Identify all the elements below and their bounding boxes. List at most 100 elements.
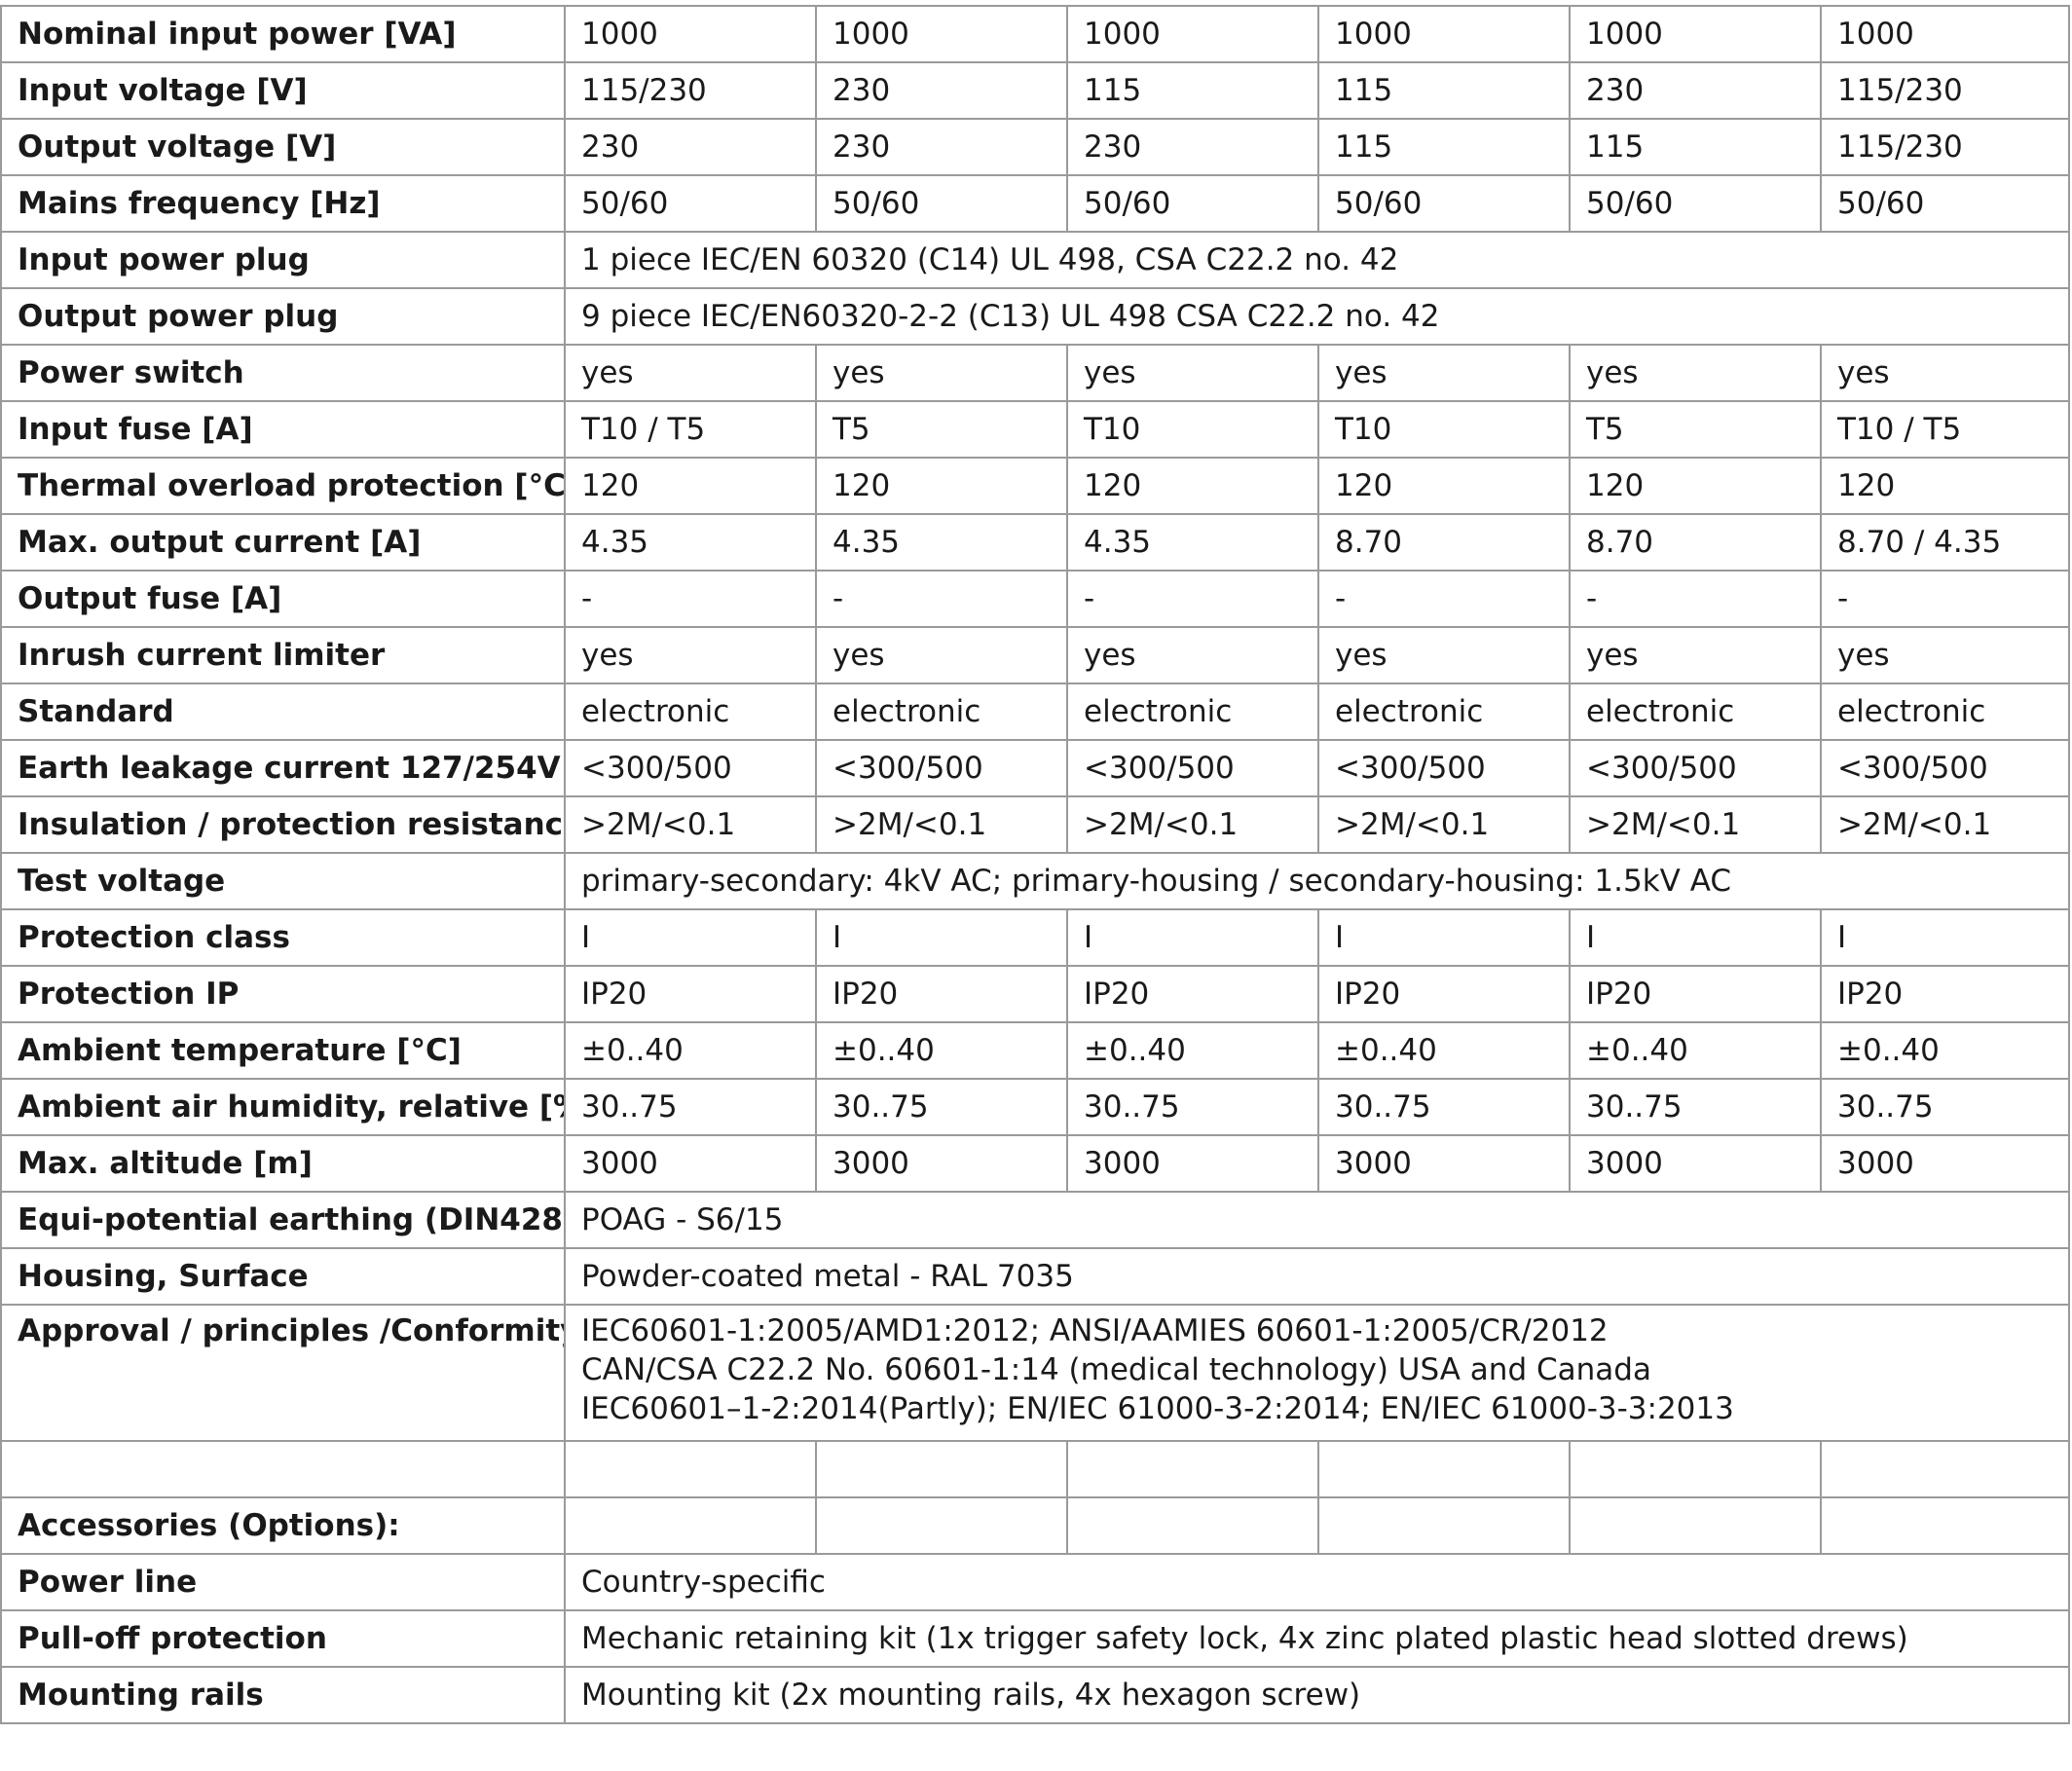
row-label: Ambient temperature [°C] [0,1021,566,1080]
table-row: Equi-potential earthing (DIN42801) POAG -… [0,1191,2070,1249]
table-cell: 230 [1066,118,1319,176]
table-cell: I [1317,908,1571,967]
row-label: Input power plug [0,231,566,289]
table-cell: 120 [1066,457,1319,515]
table-row: Protection IP IP20 IP20 IP20 IP20 IP20 IP20 [0,965,2070,1023]
table-cell-merged: Powder-coated metal - RAL 7035 [564,1247,2070,1306]
table-cell: - [1569,570,1822,628]
table-row [0,1440,2070,1498]
cell-text-line: CAN/CSA C22.2 No. 60601-1:14 (medical te… [581,1352,1651,1387]
table-cell: 115/230 [1820,61,2070,120]
table-cell: 3000 [564,1134,817,1193]
table-cell: 120 [1569,457,1822,515]
table-cell: I [564,908,817,967]
table-cell: >2M/<0.1 [1066,795,1319,854]
table-cell-merged: primary-secondary: 4kV AC; primary-housi… [564,852,2070,910]
table-cell-merged: Country-specific [564,1553,2070,1611]
table-cell: 115 [1317,61,1571,120]
table-row: Input fuse [A] T10 / T5 T5 T10 T10 T5 T10 / T5 [0,400,2070,459]
table-cell: T10 / T5 [564,400,817,459]
table-cell: ±0..40 [1569,1021,1822,1080]
table-cell: 230 [815,61,1068,120]
table-cell [564,1440,817,1498]
table-cell: yes [815,344,1068,402]
table-cell: 230 [1569,61,1822,120]
row-label: Accessories (Options): [0,1496,566,1555]
table-cell: <300/500 [1317,739,1571,797]
table-cell: 30..75 [1317,1078,1571,1136]
table-cell [815,1440,1068,1498]
table-row: Inrush current limiter yes yes yes yes yes yes [0,626,2070,684]
table-row: Output voltage [V] 230 230 230 115 115 115/230 [0,118,2070,176]
table-cell: 115/230 [564,61,817,120]
row-label: Inrush current limiter [0,626,566,684]
table-cell: 120 [815,457,1068,515]
table-cell: yes [1066,344,1319,402]
table-cell: >2M/<0.1 [1820,795,2070,854]
table-cell: 1000 [815,5,1068,63]
table-cell: yes [1569,626,1822,684]
row-label: Mounting rails [0,1666,566,1724]
table-row: Thermal overload protection [°C] 120 120 12… [0,457,2070,515]
table-cell: IP20 [1569,965,1822,1023]
table-cell: 1000 [564,5,817,63]
table-cell: T5 [815,400,1068,459]
row-label: Power switch [0,344,566,402]
table-cell: yes [1820,626,2070,684]
table-cell [1820,1440,2070,1498]
row-label: Housing, Surface [0,1247,566,1306]
table-cell: 8.70 / 4.35 [1820,513,2070,572]
table-cell: T10 [1066,400,1319,459]
row-label [0,1440,566,1498]
table-cell: electronic [1820,683,2070,741]
table-cell [1317,1440,1571,1498]
table-cell: 50/60 [564,174,817,233]
table-row: Ambient air humidity, relative [%] 30..75… [0,1078,2070,1136]
table-cell: >2M/<0.1 [564,795,817,854]
table-cell: - [564,570,817,628]
specifications-table: Nominal input power [VA] 1000 1000 1000 1000… [0,5,2070,1724]
table-cell: 1000 [1317,5,1571,63]
table-cell: 115 [1317,118,1571,176]
table-row: Power line Country-specific [0,1553,2070,1611]
table-row: Housing, Surface Powder-coated metal - RA… [0,1247,2070,1306]
table-cell: 230 [564,118,817,176]
table-cell: - [815,570,1068,628]
table-cell: 30..75 [1569,1078,1822,1136]
table-cell: 50/60 [1820,174,2070,233]
table-cell: 3000 [1569,1134,1822,1193]
table-cell: 1000 [1066,5,1319,63]
table-cell: <300/500 [815,739,1068,797]
table-row: Mains frequency [Hz] 50/60 50/60 50/60 50/60… [0,174,2070,233]
table-cell: 1000 [1820,5,2070,63]
table-cell: 4.35 [564,513,817,572]
table-body: Nominal input power [VA] 1000 1000 1000 1000… [0,5,2070,1724]
table-cell: yes [1820,344,2070,402]
table-cell-merged: IEC60601-1:2005/AMD1:2012; ANSI/AAMIES 6… [564,1304,2070,1442]
table-cell: 120 [564,457,817,515]
row-label: Earth leakage current 127/254V [µA] [0,739,566,797]
table-cell: IP20 [1820,965,2070,1023]
table-row: Output fuse [A] - - - - - - [0,570,2070,628]
row-label: Power line [0,1553,566,1611]
table-cell: 50/60 [815,174,1068,233]
table-row: Accessories (Options): [0,1496,2070,1555]
table-cell [1569,1496,1822,1555]
table-cell: 230 [815,118,1068,176]
table-cell: 30..75 [564,1078,817,1136]
table-row: Power switch yes yes yes yes yes yes [0,344,2070,402]
table-cell: electronic [564,683,817,741]
table-cell: 3000 [1317,1134,1571,1193]
table-cell: ±0..40 [1066,1021,1319,1080]
table-cell: 30..75 [815,1078,1068,1136]
table-row: Protection class I I I I I I [0,908,2070,967]
table-cell: <300/500 [1820,739,2070,797]
row-label: Max. altitude [m] [0,1134,566,1193]
table-cell-merged: 1 piece IEC/EN 60320 (C14) UL 498, CSA C… [564,231,2070,289]
table-cell: <300/500 [1066,739,1319,797]
row-label: Test voltage [0,852,566,910]
row-label: Output fuse [A] [0,570,566,628]
table-row: Earth leakage current 127/254V [µA] <300/… [0,739,2070,797]
table-cell [564,1496,817,1555]
table-cell: <300/500 [1569,739,1822,797]
